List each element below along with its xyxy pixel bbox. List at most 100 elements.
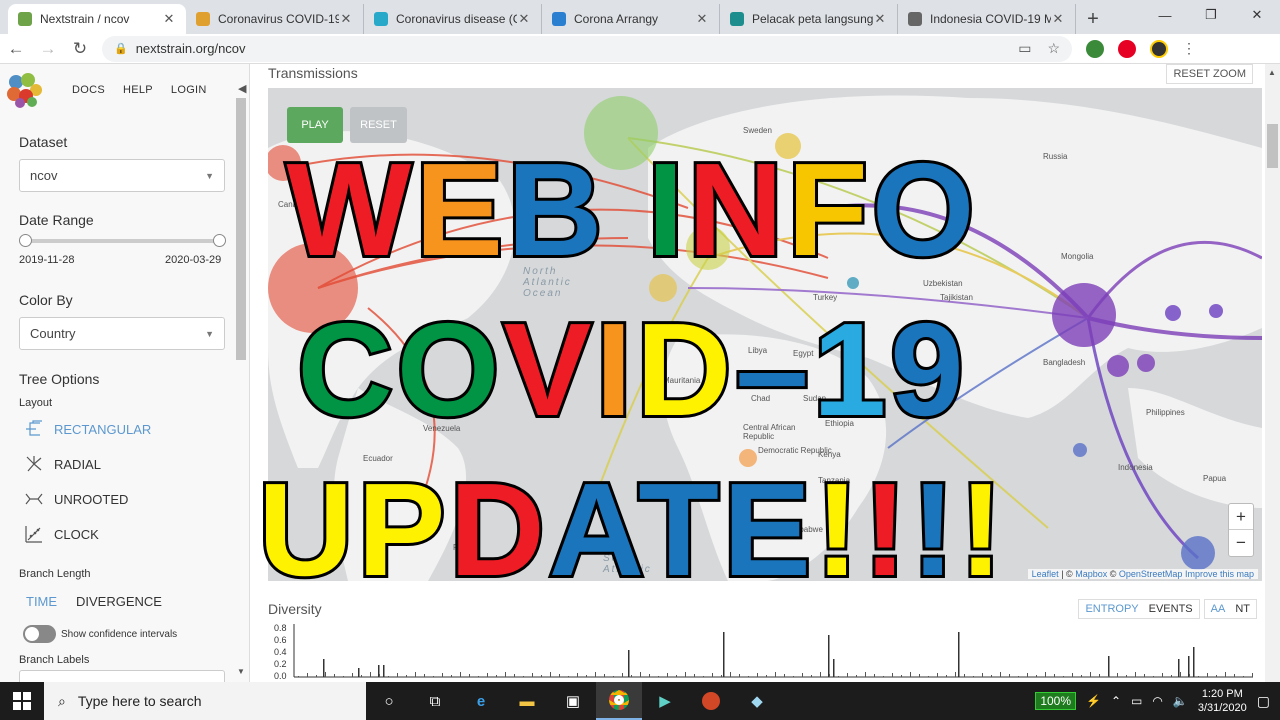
- zoom-in-button[interactable]: +: [1229, 504, 1253, 530]
- diversity-bar: [1036, 675, 1037, 677]
- diversity-bar: [622, 673, 623, 677]
- reload-icon[interactable]: ↻: [64, 39, 96, 59]
- forward-icon[interactable]: →: [32, 39, 64, 59]
- diversity-bar: [784, 674, 785, 677]
- app-icon[interactable]: ▶: [642, 682, 688, 720]
- diversity-bar: [958, 632, 960, 677]
- bookmark-star-icon[interactable]: ☆: [1047, 40, 1060, 57]
- dataset-label: Dataset: [19, 134, 68, 150]
- help-link[interactable]: HELP: [123, 84, 153, 96]
- diversity-bar: [316, 675, 317, 677]
- tab-close-icon[interactable]: ✕: [517, 11, 531, 27]
- diversity-bar: [370, 672, 371, 677]
- improve-map-link[interactable]: Improve this map: [1185, 569, 1254, 579]
- powerpoint-icon[interactable]: [688, 682, 734, 720]
- edge-icon[interactable]: e: [458, 682, 504, 720]
- browser-menu-icon[interactable]: ⋮: [1182, 40, 1196, 57]
- branch-divergence-button[interactable]: DIVERGENCE: [76, 594, 162, 609]
- back-icon[interactable]: ←: [0, 39, 32, 59]
- store-icon[interactable]: ▣: [550, 682, 596, 720]
- browser-tab[interactable]: Corona Arrangy ✕: [542, 4, 720, 34]
- leaflet-link[interactable]: Leaflet: [1032, 569, 1059, 579]
- aa-tab[interactable]: AA: [1211, 603, 1226, 615]
- sidebar-scrollbar[interactable]: ▼: [236, 98, 246, 678]
- layout-unrooted-button[interactable]: UNROOTED: [24, 489, 128, 509]
- minimize-icon[interactable]: —: [1142, 0, 1188, 30]
- tab-close-icon[interactable]: ✕: [1051, 11, 1065, 27]
- branch-time-button[interactable]: TIME: [26, 594, 57, 609]
- notifications-icon[interactable]: ▢: [1257, 693, 1270, 710]
- cortana-icon[interactable]: ○: [366, 682, 412, 720]
- reset-zoom-button[interactable]: RESET ZOOM: [1166, 64, 1253, 84]
- color-by-select[interactable]: Country ▼: [19, 317, 225, 350]
- openstreetmap-link[interactable]: OpenStreetMap: [1119, 569, 1183, 579]
- paint-icon[interactable]: ◆: [734, 682, 780, 720]
- file-explorer-icon[interactable]: ▬: [504, 682, 550, 720]
- map-label-indonesia: Indonesia: [1118, 463, 1153, 472]
- new-tab-button[interactable]: +: [1076, 4, 1110, 34]
- date-end-handle[interactable]: [213, 234, 226, 247]
- branch-labels-select[interactable]: [19, 670, 225, 682]
- diversity-bar: [595, 672, 596, 677]
- browser-tab[interactable]: Indonesia COVID-19 M ✕: [898, 4, 1076, 34]
- page-scrollbar[interactable]: ▲: [1265, 64, 1280, 682]
- power-icon[interactable]: ⚡: [1086, 694, 1101, 708]
- play-button[interactable]: PLAY: [287, 107, 343, 143]
- maximize-icon[interactable]: ❐: [1188, 0, 1234, 30]
- date-range-slider[interactable]: [19, 234, 226, 247]
- clock[interactable]: 1:20 PM 3/31/2020: [1198, 687, 1247, 715]
- map-label-libya: Libya: [748, 346, 768, 355]
- mapbox-link[interactable]: Mapbox: [1075, 569, 1107, 579]
- battery-percent[interactable]: 100%: [1035, 692, 1077, 710]
- address-bar[interactable]: 🔒 nextstrain.org/ncov ▭ ☆: [102, 35, 1072, 62]
- volume-icon[interactable]: 🔈: [1173, 694, 1188, 708]
- network-icon[interactable]: ▭: [1131, 694, 1142, 708]
- land-africa: [663, 334, 887, 581]
- diversity-bar: [793, 676, 794, 677]
- browser-tab[interactable]: Coronavirus disease (CC ✕: [364, 4, 542, 34]
- transmissions-map[interactable]: Sweden Russia Canada Mongolia Uzbekistan…: [268, 88, 1262, 581]
- docs-link[interactable]: DOCS: [72, 84, 105, 96]
- map-label-sudan: Sudan: [803, 394, 827, 403]
- dataset-select[interactable]: ncov ▼: [19, 159, 225, 192]
- layout-radial-button[interactable]: RADIAL: [24, 454, 101, 474]
- diversity-bar: [833, 659, 835, 677]
- profile-avatar[interactable]: [1150, 39, 1168, 58]
- diversity-bar: [1081, 675, 1082, 677]
- tab-favicon-icon: [374, 12, 388, 26]
- taskbar-search[interactable]: ⌕ Type here to search: [44, 682, 366, 720]
- browser-tab[interactable]: Coronavirus COVID-19 ✕: [186, 4, 364, 34]
- collapse-sidebar-icon[interactable]: ◀: [238, 82, 246, 95]
- login-link[interactable]: LOGIN: [171, 84, 207, 96]
- diversity-bar: [352, 673, 353, 677]
- layout-clock-button[interactable]: CLOCK: [24, 524, 99, 544]
- tab-close-icon[interactable]: ✕: [695, 11, 709, 27]
- nt-tab[interactable]: NT: [1235, 603, 1250, 615]
- cast-icon[interactable]: ▭: [1018, 40, 1031, 57]
- date-start-handle[interactable]: [19, 234, 32, 247]
- browser-tab[interactable]: Nextstrain / ncov ✕: [8, 4, 186, 34]
- wifi-icon[interactable]: ◠: [1152, 694, 1162, 708]
- browser-tab[interactable]: Pelacak peta langsung ✕: [720, 4, 898, 34]
- extension-icon[interactable]: [1086, 39, 1104, 58]
- task-view-icon[interactable]: ⧉: [412, 682, 458, 720]
- y-tick-0.8: 0.8: [274, 623, 287, 633]
- tab-close-icon[interactable]: ✕: [339, 11, 353, 27]
- confidence-intervals-toggle[interactable]: [23, 625, 56, 643]
- y-tick-0.2: 0.2: [274, 659, 287, 669]
- layout-rectangular-button[interactable]: RECTANGULAR: [24, 419, 151, 439]
- tab-close-icon[interactable]: ✕: [162, 11, 176, 27]
- chrome-icon[interactable]: [596, 682, 642, 720]
- reset-button[interactable]: RESET: [350, 107, 407, 143]
- pinterest-icon[interactable]: [1118, 39, 1136, 58]
- tab-title: Indonesia COVID-19 M: [930, 12, 1051, 26]
- diversity-bar: [937, 673, 938, 677]
- windows-start-button[interactable]: [0, 682, 44, 720]
- tray-chevron-icon[interactable]: ⌃: [1111, 694, 1121, 708]
- close-window-icon[interactable]: ✕: [1234, 0, 1280, 30]
- zoom-out-button[interactable]: −: [1229, 530, 1253, 556]
- tab-close-icon[interactable]: ✕: [873, 11, 887, 27]
- entropy-tab[interactable]: ENTROPY: [1085, 603, 1138, 615]
- events-tab[interactable]: EVENTS: [1149, 603, 1193, 615]
- nextstrain-logo-icon[interactable]: [6, 72, 42, 108]
